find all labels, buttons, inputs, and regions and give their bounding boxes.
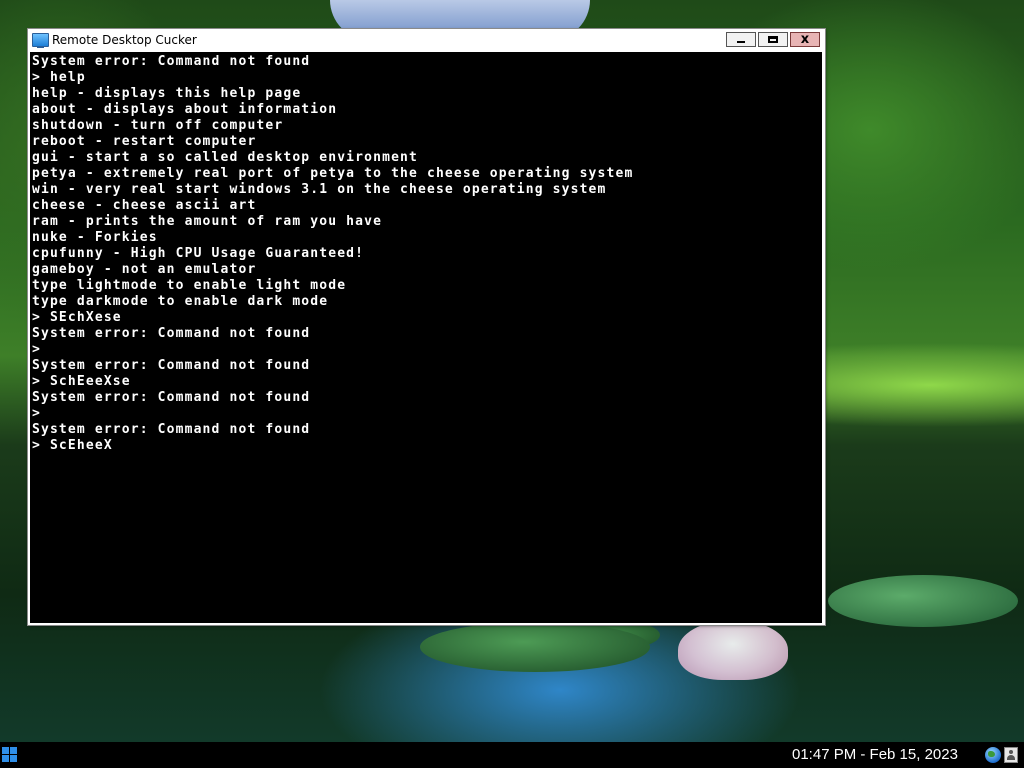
terminal-line: System error: Command not found — [32, 326, 311, 341]
maximize-icon — [768, 36, 778, 43]
terminal-output[interactable]: System error: Command not found > help hel… — [30, 52, 822, 623]
wallpaper-lily-flower — [678, 620, 788, 680]
terminal-line: > — [32, 406, 41, 421]
wallpaper-lily-pad — [828, 575, 1018, 627]
taskbar-clock[interactable]: 01:47 PM - Feb 15, 2023 — [792, 746, 958, 763]
terminal-line: win - very real start windows 3.1 on the… — [32, 182, 607, 197]
taskbar: 01:47 PM - Feb 15, 2023 — [0, 742, 1024, 768]
monitor-icon — [32, 33, 49, 48]
terminal-line: cpufunny - High CPU Usage Guaranteed! — [32, 246, 365, 261]
window-title: Remote Desktop Cucker — [52, 33, 197, 47]
minimize-button[interactable] — [726, 32, 756, 47]
terminal-line: help - displays this help page — [32, 86, 302, 101]
terminal-line: System error: Command not found — [32, 422, 311, 437]
wallpaper-lily-pad — [420, 622, 650, 672]
globe-icon[interactable] — [985, 747, 1001, 763]
terminal-line: shutdown - turn off computer — [32, 118, 284, 133]
close-button[interactable]: x — [790, 32, 820, 47]
windows-logo-icon[interactable] — [2, 747, 18, 763]
terminal-line: gameboy - not an emulator — [32, 262, 257, 277]
terminal-line: System error: Command not found — [32, 54, 311, 69]
terminal-line: > — [32, 342, 41, 357]
window-titlebar[interactable]: Remote Desktop Cucker x — [28, 29, 825, 52]
terminal-line: System error: Command not found — [32, 358, 311, 373]
terminal-line: type lightmode to enable light mode — [32, 278, 347, 293]
terminal-line: > ScEheeX — [32, 438, 113, 453]
terminal-line: reboot - restart computer — [32, 134, 257, 149]
user-icon[interactable] — [1004, 747, 1018, 763]
terminal-line: nuke - Forkies — [32, 230, 158, 245]
terminal-lines: System error: Command not found > help hel… — [30, 52, 822, 454]
minimize-icon — [737, 41, 745, 43]
terminal-line: gui - start a so called desktop environm… — [32, 150, 418, 165]
terminal-line: System error: Command not found — [32, 390, 311, 405]
close-icon: x — [800, 32, 810, 47]
terminal-line: > SchEeeXse — [32, 374, 131, 389]
terminal-line: > SEchXese — [32, 310, 122, 325]
terminal-line: about - displays about information — [32, 102, 338, 117]
terminal-line: > help — [32, 70, 86, 85]
terminal-line: type darkmode to enable dark mode — [32, 294, 329, 309]
maximize-button[interactable] — [758, 32, 788, 47]
terminal-line: ram - prints the amount of ram you have — [32, 214, 383, 229]
terminal-line: cheese - cheese ascii art — [32, 198, 257, 213]
terminal-window[interactable]: Remote Desktop Cucker x System error: Co… — [28, 29, 825, 625]
terminal-line: petya - extremely real port of petya to … — [32, 166, 634, 181]
